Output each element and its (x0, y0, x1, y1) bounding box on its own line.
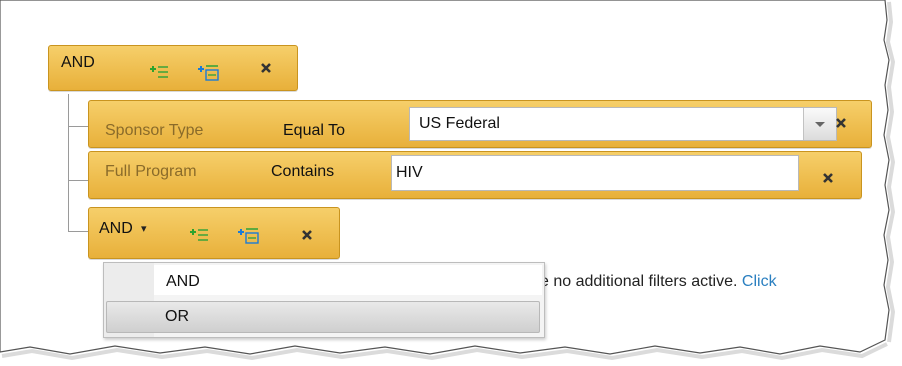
menu-item-label: AND (166, 273, 200, 290)
condition-field-label: Sponsor Type (105, 122, 204, 139)
value-text: HIV (396, 164, 423, 181)
sub-group-operator[interactable]: AND (99, 220, 133, 238)
click-link[interactable]: Click (742, 273, 777, 290)
condition-row-full-program: Full Program Contains HIV (88, 151, 862, 199)
operator-menu: AND OR (103, 262, 545, 338)
tree-branch (68, 126, 88, 127)
add-group-icon[interactable] (237, 226, 259, 251)
value-dropdown[interactable]: US Federal (409, 107, 837, 141)
add-condition-icon[interactable] (189, 226, 209, 249)
sub-group-chip[interactable]: AND ▾ (88, 207, 340, 259)
close-icon[interactable] (834, 116, 848, 135)
condition-operator-label[interactable]: Equal To (283, 122, 345, 140)
dropdown-button[interactable] (803, 108, 836, 140)
menu-item-label: OR (165, 308, 189, 325)
tree-trunk (68, 94, 69, 232)
tree-branch (68, 180, 88, 181)
root-group-chip[interactable]: AND (48, 45, 298, 91)
tree-branch (68, 231, 88, 232)
close-icon[interactable] (821, 171, 835, 190)
add-group-icon[interactable] (197, 63, 219, 88)
root-group-operator[interactable]: AND (61, 54, 95, 72)
value-text-input[interactable]: HIV (391, 155, 799, 191)
condition-row-sponsor-type: Sponsor Type Equal To US Federal (88, 100, 872, 148)
menu-item-or[interactable]: OR (106, 301, 540, 333)
value-dropdown-text: US Federal (419, 115, 500, 132)
filter-status-message: e no additional filters active. (540, 273, 738, 290)
menu-item-and[interactable]: AND (154, 265, 542, 295)
chevron-down-icon[interactable]: ▾ (141, 222, 147, 235)
condition-operator-label[interactable]: Contains (271, 163, 334, 181)
close-icon[interactable] (259, 61, 273, 80)
close-icon[interactable] (300, 228, 314, 247)
filter-status-text: e no additional filters active. Click (540, 273, 777, 291)
add-condition-icon[interactable] (149, 63, 169, 86)
chevron-down-icon (815, 122, 825, 127)
condition-field-label: Full Program (105, 163, 197, 180)
